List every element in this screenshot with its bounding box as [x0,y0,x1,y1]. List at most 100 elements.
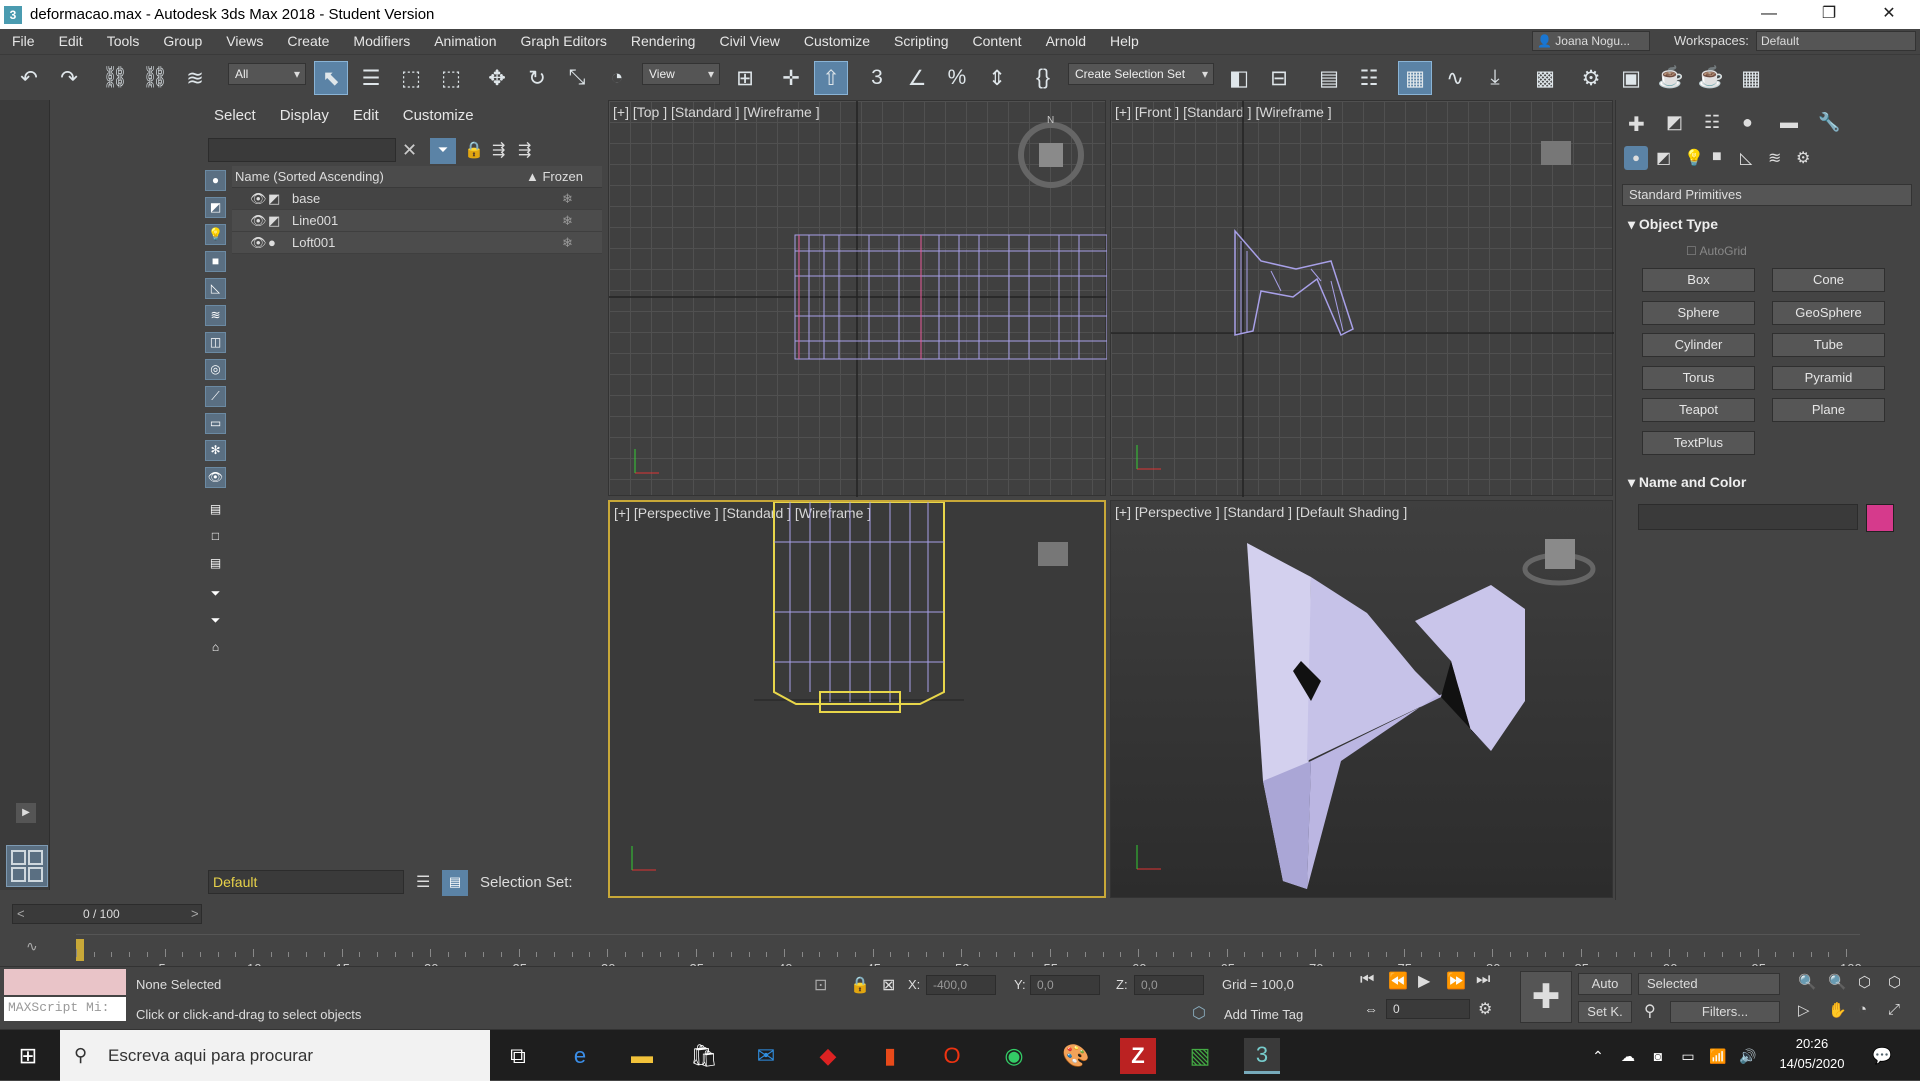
key-filters-icon[interactable]: ⚲ [1644,1001,1656,1021]
freeze-icon[interactable]: ❄ [562,210,573,232]
pivot-icon[interactable]: ⊞ [728,61,762,95]
geometry-filter-icon[interactable]: ● [205,170,226,191]
office-icon[interactable]: ▮ [872,1038,908,1074]
hierarchy-tab-icon[interactable]: ☷ [1704,112,1720,133]
windows-start-icon[interactable]: ⊞ [10,1038,46,1074]
track-bar[interactable]: 5101520253035404550556065707580859095100 [76,934,1862,976]
time-tag-icon[interactable]: ⬡ [1192,1003,1206,1023]
redo-icon[interactable]: ↷ [52,61,86,95]
search-input[interactable] [208,138,396,162]
menu-help[interactable]: Help [1098,29,1151,54]
auto-key-button[interactable]: Auto [1578,973,1632,995]
layer-dropdown[interactable]: Default [208,870,404,894]
menu-edit[interactable]: Edit [47,29,95,54]
geometry-icon[interactable]: ● [1624,146,1648,170]
isolate-icon[interactable]: ⊡ [814,975,827,995]
manipulate-icon[interactable]: ✛ [774,61,808,95]
reference-coord-dropdown[interactable]: View [642,63,720,85]
selection-filter-dropdown[interactable]: All [228,63,306,85]
freeze-icon[interactable]: ❄ [562,188,573,210]
filter-toggle-icon[interactable]: ⏷ [205,584,226,605]
menu-create[interactable]: Create [275,29,341,54]
goto-end-icon[interactable]: ⏭ [1476,971,1490,989]
object-color-swatch[interactable] [1866,504,1894,532]
tab-customize[interactable]: Customize [391,107,486,124]
menu-arnold[interactable]: Arnold [1034,29,1098,54]
display-tab-icon[interactable]: ▬ [1780,112,1798,133]
select-object-icon[interactable]: ⬉ [314,61,348,95]
filter-icon-2[interactable]: ⏷ [205,611,226,632]
clock-time[interactable]: 20:26 [1772,1036,1852,1051]
systems-icon[interactable]: ⚙ [1796,148,1810,168]
torus-button[interactable]: Torus [1642,366,1755,390]
percent-snap-icon[interactable]: % [940,61,974,95]
workspace-dropdown[interactable]: Default [1756,31,1916,51]
filezilla-icon[interactable]: Z [1120,1038,1156,1074]
link-icon[interactable]: ⛓ [98,61,132,95]
key-filter-dropdown[interactable]: Selected [1638,973,1780,995]
time-slider[interactable]: < 0 / 100 > [12,904,202,924]
time-config-icon[interactable]: ⚙ [1478,999,1492,1019]
prev-frame-icon[interactable]: < [17,906,25,921]
zoom-extents-icon[interactable]: ⬡ [1858,973,1871,991]
maxscript-listener[interactable] [4,969,126,995]
layer-explorer-icon[interactable]: ▤ [1312,61,1346,95]
placement-icon[interactable]: ◔ [600,61,634,95]
menu-animation[interactable]: Animation [422,29,508,54]
sphere-button[interactable]: Sphere [1642,301,1755,325]
taskbar-search-input[interactable]: ⚲ Escreva aqui para procurar [60,1030,490,1081]
create-tab-icon[interactable]: ✚ [1628,112,1645,137]
shapes-icon[interactable]: ◩ [1656,148,1671,168]
3dsmax-taskbar-icon[interactable]: 3 [1244,1038,1280,1074]
goto-start-icon[interactable]: ⏮ [1360,971,1374,989]
prev-key-icon[interactable]: ⏪ [1388,971,1408,991]
image-viewer-icon[interactable]: ▧ [1182,1038,1218,1074]
current-frame-field[interactable]: 0 [1386,999,1470,1019]
cameras-icon[interactable]: ■ [1712,148,1722,166]
viewport-perspective-shaded[interactable]: [+] [Perspective ] [Standard ] [Default … [1110,500,1613,898]
z-coordinate-field[interactable]: 0,0 [1134,975,1204,995]
edit-named-sets-icon[interactable]: {} [1026,61,1060,95]
maxscript-input[interactable]: MAXScript Mi: [4,997,126,1021]
select-all-icon[interactable]: ▤ [205,500,226,521]
move-icon[interactable]: ✥ [480,61,514,95]
menu-scripting[interactable]: Scripting [882,29,960,54]
paint-icon[interactable]: 🎨 [1058,1038,1094,1074]
undo-icon[interactable]: ↶ [12,61,46,95]
zoom-all-icon[interactable]: 🔍 [1828,973,1847,991]
rendered-frame-icon[interactable]: ▣ [1614,61,1648,95]
snap-toggle-icon[interactable]: 3 [860,61,894,95]
helpers-filter-icon[interactable]: ◺ [205,278,226,299]
orbit-icon[interactable]: ◔ [1858,1001,1867,1018]
window-crossing-icon[interactable]: ⬚ [434,61,468,95]
utilities-tab-icon[interactable]: 🔧 [1818,112,1840,133]
fov-icon[interactable]: ▷ [1798,1001,1810,1019]
list-item[interactable]: 👁 ◩ Line001 ❄ [232,210,602,232]
motion-tab-icon[interactable]: ● [1742,112,1753,133]
hierarchy-icon[interactable]: ⇶ [492,140,505,160]
chrome-icon[interactable]: ◉ [996,1038,1032,1074]
pan-icon[interactable]: ✋ [1828,1001,1847,1019]
col-frozen[interactable]: ▲ Frozen [526,166,583,188]
select-by-name-icon[interactable]: ☰ [354,61,388,95]
zoom-extents-all-icon[interactable]: ⬡ [1888,973,1901,991]
selection-lock-icon[interactable]: 🔒 [850,975,870,995]
spinner-snap-icon[interactable]: ⇕ [980,61,1014,95]
filters-button[interactable]: Filters... [1670,1001,1780,1023]
file-explorer-icon[interactable]: ▬ [624,1038,660,1074]
primitive-type-dropdown[interactable]: Standard Primitives [1622,184,1912,206]
mini-curve-icon[interactable]: ∿ [26,938,38,955]
lights-filter-icon[interactable]: 💡 [205,224,226,245]
angle-snap-icon[interactable]: ∠ [900,61,934,95]
layers-icon[interactable]: ☷ [1352,61,1386,95]
tube-button[interactable]: Tube [1772,333,1885,357]
expand-icon[interactable]: ▶ [16,803,36,823]
spacewarps-icon[interactable]: ≋ [1768,148,1781,168]
viewport-front[interactable]: [+] [Front ] [Standard ] [Wireframe ] [1110,100,1614,497]
scene-explorer-icon[interactable]: ▦ [1398,61,1432,95]
viewport-perspective-wireframe[interactable]: [+] [Perspective ] [Standard ] [Wirefram… [608,500,1106,898]
rotate-icon[interactable]: ↻ [520,61,554,95]
minimize-button[interactable]: — [1740,0,1798,29]
viewport-top[interactable]: [+] [Top ] [Standard ] [Wireframe ] N [608,100,1107,497]
xrefs-filter-icon[interactable]: ◎ [205,359,226,380]
